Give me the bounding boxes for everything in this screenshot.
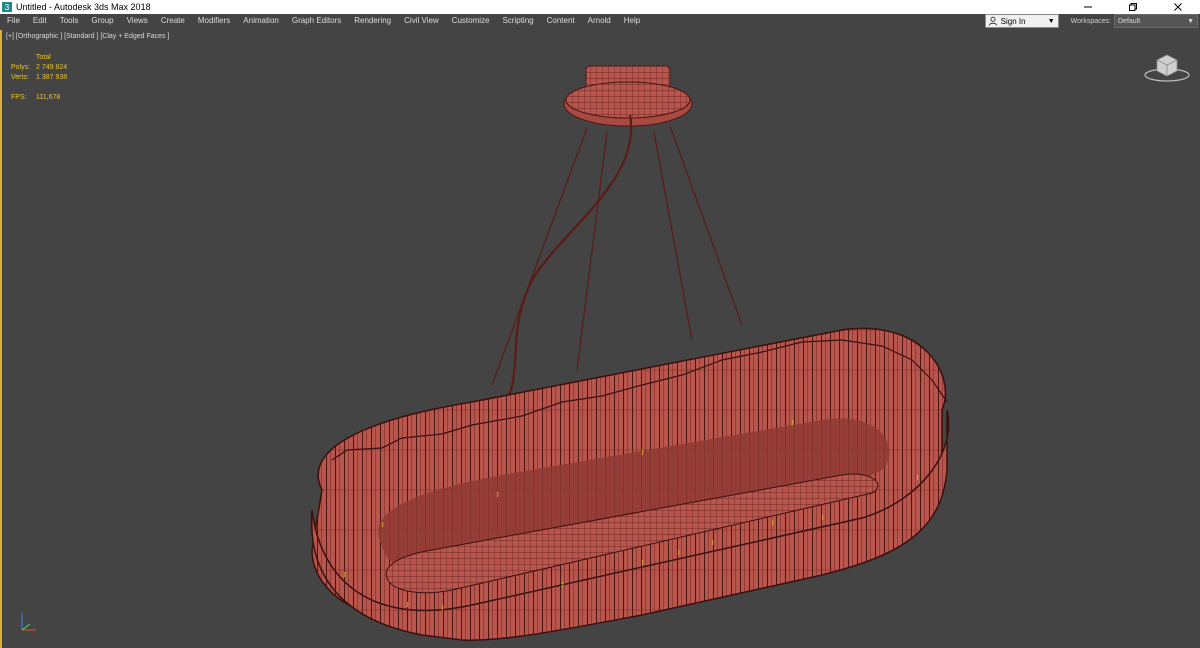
menu-help[interactable]: Help — [617, 14, 646, 28]
chevron-down-icon: ▼ — [1047, 17, 1055, 25]
perspective-viewport[interactable]: [+] [Orthographic ] [Standard ] [Clay + … — [0, 30, 1200, 648]
canopy — [563, 65, 693, 127]
menu-edit[interactable]: Edit — [26, 14, 53, 28]
close-button[interactable] — [1155, 0, 1200, 14]
restore-button[interactable] — [1110, 0, 1155, 14]
viewcube-icon[interactable] — [1142, 50, 1192, 84]
menu-group[interactable]: Group — [84, 14, 119, 28]
workspace-select[interactable]: Default ▼ — [1114, 14, 1198, 28]
menu-civil-view[interactable]: Civil View — [397, 14, 445, 28]
menu-create[interactable]: Create — [154, 14, 191, 28]
restore-icon — [1128, 3, 1137, 11]
minimize-icon — [1083, 6, 1092, 8]
crystal-ring — [310, 327, 950, 641]
menu-rendering[interactable]: Rendering — [347, 14, 397, 28]
menu-content[interactable]: Content — [540, 14, 581, 28]
window-title: Untitled - Autodesk 3ds Max 2018 — [16, 2, 151, 12]
title-bar: 3 Untitled - Autodesk 3ds Max 2018 — [0, 0, 1200, 14]
svg-text:3: 3 — [5, 3, 10, 12]
user-icon — [988, 16, 997, 26]
menu-tools[interactable]: Tools — [53, 14, 85, 28]
menu-scripting[interactable]: Scripting — [495, 14, 539, 28]
menu-file[interactable]: File — [0, 14, 26, 28]
menu-bar: File Edit Tools Group Views Create Modif… — [0, 14, 1200, 28]
sign-in-dropdown[interactable]: Sign In ▼ — [984, 14, 1059, 28]
menu-graph-editors[interactable]: Graph Editors — [285, 14, 347, 28]
menu-customize[interactable]: Customize — [445, 14, 496, 28]
menu-arnold[interactable]: Arnold — [581, 14, 617, 28]
sign-in-label: Sign In — [1000, 16, 1026, 26]
axis-tripod-icon — [21, 613, 36, 631]
close-icon — [1173, 3, 1182, 11]
menu-animation[interactable]: Animation — [236, 14, 285, 28]
workspaces-label: Workspaces: — [1070, 17, 1111, 25]
3ds-max-icon: 3 — [2, 2, 12, 12]
chevron-down-icon: ▼ — [1187, 17, 1194, 25]
chandelier-model[interactable] — [2, 30, 1198, 648]
menu-views[interactable]: Views — [120, 14, 154, 28]
workspace-value: Default — [1118, 17, 1141, 25]
minimize-button[interactable] — [1065, 0, 1110, 14]
menu-modifiers[interactable]: Modifiers — [191, 14, 236, 28]
